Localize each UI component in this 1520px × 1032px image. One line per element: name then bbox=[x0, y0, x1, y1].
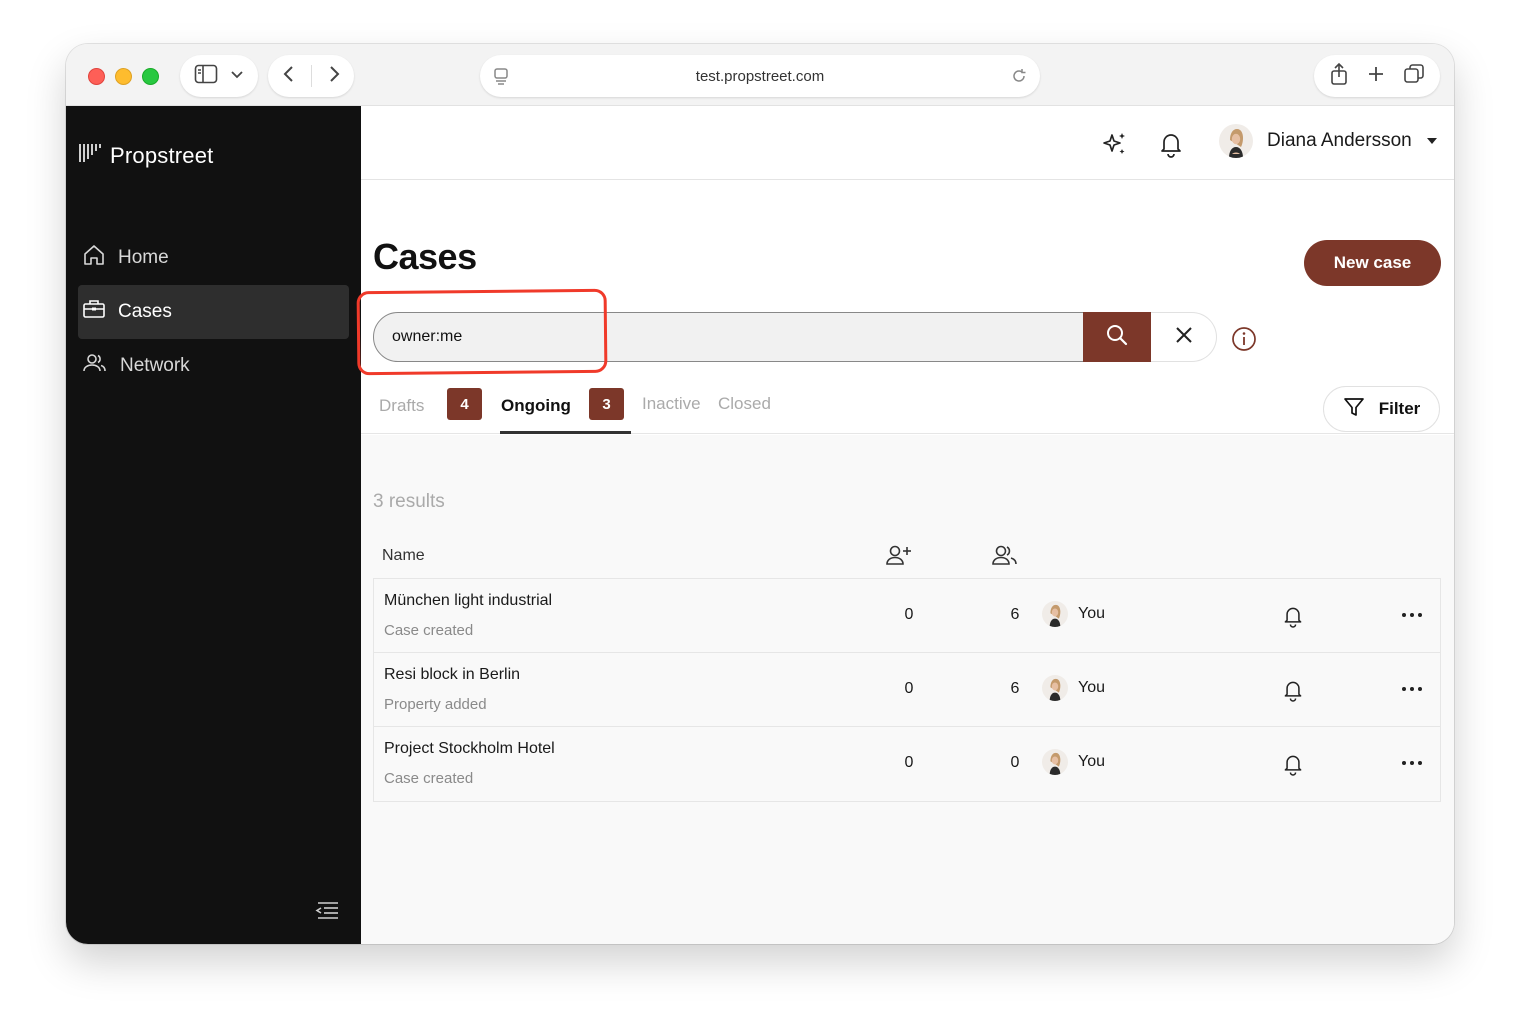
home-icon bbox=[82, 243, 106, 273]
new-tab-icon[interactable] bbox=[1366, 64, 1386, 89]
share-icon[interactable] bbox=[1329, 62, 1349, 91]
close-window-button[interactable] bbox=[88, 68, 105, 85]
cases-table: München light industrial Case created 0 … bbox=[373, 578, 1441, 802]
owner-avatar bbox=[1042, 601, 1068, 627]
sidebar-nav: Home Cases Network bbox=[78, 231, 349, 393]
more-options-icon[interactable] bbox=[1400, 677, 1424, 706]
search-icon bbox=[1105, 323, 1129, 352]
maximize-window-button[interactable] bbox=[142, 68, 159, 85]
more-options-icon[interactable] bbox=[1400, 751, 1424, 780]
results-area: 3 results Name München light industrial … bbox=[361, 435, 1454, 944]
history-nav-group bbox=[268, 55, 354, 97]
invited-count: 0 bbox=[904, 754, 914, 771]
page-settings-icon[interactable] bbox=[492, 66, 510, 91]
filter-label: Filter bbox=[1378, 399, 1421, 418]
ongoing-count-badge: 3 bbox=[589, 388, 624, 420]
invited-count: 0 bbox=[904, 606, 914, 623]
members-count: 6 bbox=[1010, 606, 1020, 623]
owner-avatar bbox=[1042, 749, 1068, 775]
members-count: 0 bbox=[1010, 754, 1020, 771]
funnel-icon bbox=[1343, 396, 1365, 423]
case-status: Case created bbox=[384, 770, 474, 787]
propstreet-logo-icon bbox=[78, 142, 102, 169]
sparkle-ai-icon[interactable] bbox=[1101, 130, 1129, 163]
close-icon bbox=[1174, 325, 1194, 350]
owner-avatar bbox=[1042, 675, 1068, 701]
sidebar-item-network[interactable]: Network bbox=[78, 339, 349, 393]
case-status: Property added bbox=[384, 696, 487, 713]
sidebar-toggle-icon[interactable] bbox=[194, 64, 218, 89]
table-row[interactable]: München light industrial Case created 0 … bbox=[374, 579, 1440, 653]
bell-icon[interactable] bbox=[1282, 751, 1304, 782]
back-icon[interactable] bbox=[282, 64, 296, 89]
case-status: Case created bbox=[384, 622, 474, 639]
user-avatar bbox=[1219, 124, 1253, 158]
sidebar-item-home[interactable]: Home bbox=[78, 231, 349, 285]
owner-name: You bbox=[1078, 605, 1105, 622]
invited-count: 0 bbox=[904, 680, 914, 697]
active-tab-indicator bbox=[500, 431, 631, 434]
collapse-menu-icon bbox=[314, 902, 340, 926]
user-name: Diana Andersson bbox=[1267, 130, 1412, 151]
invited-column-icon bbox=[885, 543, 913, 572]
members-count: 6 bbox=[1010, 680, 1020, 697]
sidebar-toggle-group bbox=[180, 55, 258, 97]
case-owner: You bbox=[1042, 675, 1105, 701]
app-topbar: Diana Andersson bbox=[361, 106, 1454, 180]
case-title[interactable]: Resi block in Berlin bbox=[384, 666, 520, 684]
url-text: test.propstreet.com bbox=[695, 67, 825, 85]
sidebar-item-label: Network bbox=[120, 355, 190, 376]
tab-closed[interactable]: Closed bbox=[718, 394, 771, 414]
tab-overview-icon[interactable] bbox=[1403, 63, 1425, 90]
brand-logo[interactable]: Propstreet bbox=[78, 142, 214, 169]
nav-separator bbox=[310, 65, 312, 87]
column-header-name[interactable]: Name bbox=[382, 547, 425, 565]
owner-name: You bbox=[1078, 753, 1105, 770]
bell-icon[interactable] bbox=[1282, 603, 1304, 634]
tab-ongoing[interactable]: Ongoing bbox=[501, 396, 571, 416]
reload-icon[interactable] bbox=[1010, 66, 1028, 91]
page-title: Cases bbox=[373, 236, 477, 277]
highlight-annotation bbox=[356, 288, 608, 376]
new-case-button[interactable]: New case bbox=[1304, 240, 1441, 286]
case-title[interactable]: Project Stockholm Hotel bbox=[384, 740, 555, 758]
sidebar-item-cases[interactable]: Cases bbox=[78, 285, 349, 339]
sidebar-item-label: Home bbox=[118, 247, 169, 268]
minimize-window-button[interactable] bbox=[115, 68, 132, 85]
browser-actions-group bbox=[1314, 55, 1440, 97]
filter-button[interactable]: Filter bbox=[1323, 386, 1440, 432]
browser-titlebar: test.propstreet.com bbox=[66, 44, 1454, 106]
forward-icon[interactable] bbox=[327, 64, 341, 89]
collapse-sidebar-button[interactable] bbox=[314, 900, 340, 927]
bell-icon[interactable] bbox=[1282, 677, 1304, 708]
more-options-icon[interactable] bbox=[1400, 603, 1424, 632]
case-owner: You bbox=[1042, 749, 1105, 775]
people-icon bbox=[82, 351, 108, 381]
chevron-down-icon[interactable] bbox=[230, 67, 244, 85]
address-bar[interactable]: test.propstreet.com bbox=[480, 55, 1040, 97]
members-column-icon bbox=[991, 543, 1019, 572]
table-row[interactable]: Project Stockholm Hotel Case created 0 0… bbox=[374, 727, 1440, 801]
sidebar-item-label: Cases bbox=[118, 301, 172, 322]
clear-search-button[interactable] bbox=[1151, 312, 1217, 362]
case-owner: You bbox=[1042, 601, 1105, 627]
notifications-bell-icon[interactable] bbox=[1158, 130, 1184, 163]
tab-inactive[interactable]: Inactive bbox=[642, 394, 701, 414]
info-icon[interactable] bbox=[1231, 326, 1257, 357]
drafts-count-badge: 4 bbox=[447, 388, 482, 420]
table-row[interactable]: Resi block in Berlin Property added 0 6 … bbox=[374, 653, 1440, 727]
tab-drafts[interactable]: Drafts bbox=[379, 396, 424, 416]
search-button[interactable] bbox=[1083, 312, 1151, 362]
case-status-tabs: Drafts 4 Ongoing 3 Inactive Closed Filte… bbox=[361, 380, 1454, 434]
brand-name: Propstreet bbox=[110, 142, 214, 168]
owner-name: You bbox=[1078, 679, 1105, 696]
briefcase-icon bbox=[82, 297, 106, 327]
results-count: 3 results bbox=[373, 491, 445, 512]
browser-window: test.propstreet.com Propstreet Home Case… bbox=[66, 44, 1454, 944]
case-title[interactable]: München light industrial bbox=[384, 592, 552, 610]
main-content: Diana Andersson Cases New case owner:me … bbox=[356, 106, 1454, 944]
user-menu[interactable]: Diana Andersson bbox=[1219, 124, 1438, 158]
app-sidebar: Propstreet Home Cases Network bbox=[66, 106, 361, 944]
caret-down-icon bbox=[1426, 132, 1438, 150]
